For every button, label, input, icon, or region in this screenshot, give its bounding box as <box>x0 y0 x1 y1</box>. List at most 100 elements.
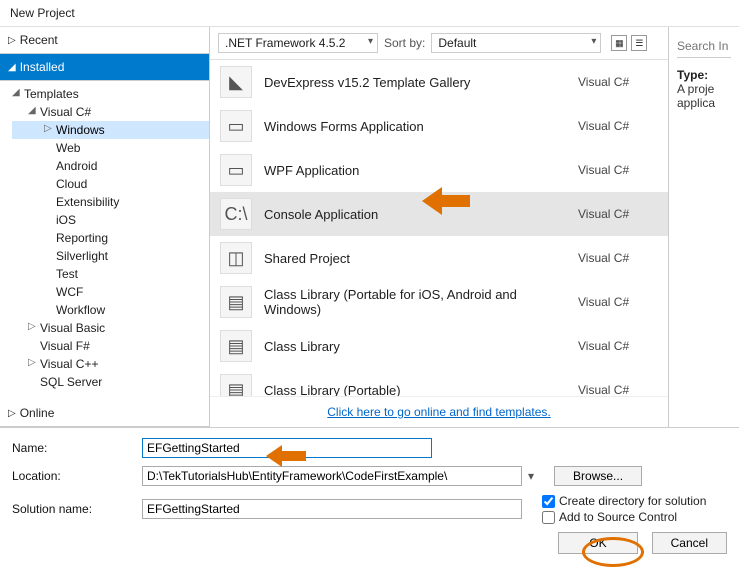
template-icon: ◣ <box>220 66 252 98</box>
browse-area: Browse... <box>554 466 642 486</box>
tree-item-visual-c-[interactable]: ▷Visual C++ <box>12 355 209 373</box>
template-name: WPF Application <box>264 163 566 178</box>
name-row: Name: <box>12 438 727 458</box>
left-pane: ▷Recent ◢Installed ◢Templates◢Visual C#▷… <box>0 27 210 427</box>
tree-item-web[interactable]: Web <box>12 139 209 157</box>
chevron-right-icon: ▷ <box>8 35 16 46</box>
tree-item-visual-basic[interactable]: ▷Visual Basic <box>12 319 209 337</box>
tree-item-visual-f-[interactable]: Visual F# <box>12 337 209 355</box>
list-view-icon[interactable]: ☰ <box>631 35 647 51</box>
create-dir-label: Create directory for solution <box>559 494 706 508</box>
template-lang: Visual C# <box>578 119 658 133</box>
template-icon: ▤ <box>220 330 252 362</box>
template-name: Class Library (Portable) <box>264 383 566 397</box>
nav-recent-label: Recent <box>20 33 58 47</box>
chevron-right-icon: ▷ <box>8 408 16 419</box>
location-input[interactable] <box>142 466 522 486</box>
template-name: DevExpress v15.2 Template Gallery <box>264 75 566 90</box>
template-lang: Visual C# <box>578 383 658 396</box>
main-area: ▷Recent ◢Installed ◢Templates◢Visual C#▷… <box>0 27 739 427</box>
template-lang: Visual C# <box>578 295 658 309</box>
create-dir-checkbox[interactable] <box>542 495 555 508</box>
template-row[interactable]: ▤ Class Library (Portable) Visual C# <box>210 368 668 396</box>
cancel-button[interactable]: Cancel <box>652 532 727 554</box>
tree-item-test[interactable]: Test <box>12 265 209 283</box>
tree-item-windows[interactable]: ▷Windows <box>12 121 209 139</box>
nav-tree[interactable]: ◢Templates◢Visual C#▷WindowsWebAndroidCl… <box>0 81 209 400</box>
location-row: Location: ▾ Browse... <box>12 466 727 486</box>
template-row[interactable]: ▭ WPF Application Visual C# <box>210 148 668 192</box>
nav-online[interactable]: ▷ Online <box>0 400 209 427</box>
template-lang: Visual C# <box>578 251 658 265</box>
tree-item-sql-server[interactable]: SQL Server <box>12 373 209 391</box>
dialog-buttons: OK Cancel <box>12 532 727 554</box>
template-icon: ▤ <box>220 286 252 318</box>
template-lang: Visual C# <box>578 339 658 353</box>
right-pane: Type: A proje applica <box>669 27 739 427</box>
tree-item-wcf[interactable]: WCF <box>12 283 209 301</box>
add-src-checkbox-row[interactable]: Add to Source Control <box>542 510 706 524</box>
create-dir-checkbox-row[interactable]: Create directory for solution <box>542 494 706 508</box>
details-type-label: Type: <box>677 68 731 82</box>
online-templates-link[interactable]: Click here to go online and find templat… <box>327 405 550 419</box>
tree-item-extensibility[interactable]: Extensibility <box>12 193 209 211</box>
tree-item-cloud[interactable]: Cloud <box>12 175 209 193</box>
grid-view-icon[interactable]: ▦ <box>611 35 627 51</box>
template-name: Class Library <box>264 339 566 354</box>
location-label: Location: <box>12 469 142 483</box>
tree-item-visual-c-[interactable]: ◢Visual C# <box>12 103 209 121</box>
name-label: Name: <box>12 441 142 455</box>
template-name: Windows Forms Application <box>264 119 566 134</box>
details-desc: A proje applica <box>677 82 731 110</box>
tree-item-templates[interactable]: ◢Templates <box>12 85 209 103</box>
view-icons: ▦ ☰ <box>611 35 647 51</box>
template-row[interactable]: ▤ Class Library Visual C# <box>210 324 668 368</box>
tree-item-ios[interactable]: iOS <box>12 211 209 229</box>
name-input[interactable] <box>142 438 432 458</box>
browse-button[interactable]: Browse... <box>554 466 642 486</box>
bottom-section: Name: Location: ▾ Browse... Solution nam… <box>0 427 739 566</box>
ok-button[interactable]: OK <box>558 532 637 554</box>
template-row[interactable]: ▤ Class Library (Portable for iOS, Androi… <box>210 280 668 324</box>
search-input[interactable] <box>677 35 731 58</box>
solution-label: Solution name: <box>12 502 142 516</box>
framework-dropdown[interactable]: .NET Framework 4.5.2 <box>218 33 378 53</box>
sortby-label: Sort by: <box>384 36 425 50</box>
dialog-title: New Project <box>0 0 739 27</box>
template-row[interactable]: ◣ DevExpress v15.2 Template Gallery Visual… <box>210 60 668 104</box>
location-dropdown-icon[interactable]: ▾ <box>528 469 534 483</box>
template-row[interactable]: C:\ Console Application Visual C# <box>210 192 668 236</box>
chevron-down-icon: ◢ <box>8 62 16 73</box>
template-row[interactable]: ▭ Windows Forms Application Visual C# <box>210 104 668 148</box>
template-name: Shared Project <box>264 251 566 266</box>
template-icon: ▭ <box>220 110 252 142</box>
template-list[interactable]: ◣ DevExpress v15.2 Template Gallery Visual… <box>210 60 668 396</box>
template-icon: C:\ <box>220 198 252 230</box>
tree-item-reporting[interactable]: Reporting <box>12 229 209 247</box>
toolbar: .NET Framework 4.5.2 Sort by: Default ▦ … <box>210 27 668 60</box>
nav-online-label: Online <box>20 406 55 420</box>
tree-item-android[interactable]: Android <box>12 157 209 175</box>
nav-recent[interactable]: ▷ Recent <box>0 27 209 54</box>
online-link-area: Click here to go online and find templat… <box>210 396 668 427</box>
template-lang: Visual C# <box>578 75 658 89</box>
tree-item-silverlight[interactable]: Silverlight <box>12 247 209 265</box>
nav-installed[interactable]: ◢ Installed <box>0 54 209 81</box>
checkbox-area: Create directory for solution Add to Sou… <box>542 494 706 524</box>
template-icon: ◫ <box>220 242 252 274</box>
solution-row: Solution name: Create directory for solu… <box>12 494 727 524</box>
template-row[interactable]: ◫ Shared Project Visual C# <box>210 236 668 280</box>
sortby-dropdown[interactable]: Default <box>431 33 601 53</box>
nav-installed-label: Installed <box>20 60 65 74</box>
center-pane: .NET Framework 4.5.2 Sort by: Default ▦ … <box>210 27 669 427</box>
add-src-label: Add to Source Control <box>559 510 677 524</box>
template-lang: Visual C# <box>578 207 658 221</box>
solution-input[interactable] <box>142 499 522 519</box>
add-src-checkbox[interactable] <box>542 511 555 524</box>
template-icon: ▤ <box>220 374 252 396</box>
template-lang: Visual C# <box>578 163 658 177</box>
template-icon: ▭ <box>220 154 252 186</box>
template-name: Class Library (Portable for iOS, Android… <box>264 287 566 317</box>
tree-item-workflow[interactable]: Workflow <box>12 301 209 319</box>
template-name: Console Application <box>264 207 566 222</box>
